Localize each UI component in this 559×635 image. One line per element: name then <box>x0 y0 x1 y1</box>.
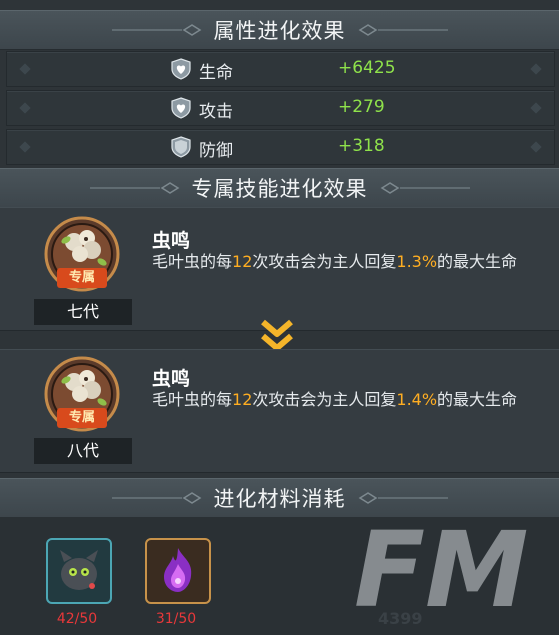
generation-label: 八代 <box>34 438 132 464</box>
exclusive-badge: 专属 <box>57 268 107 288</box>
left-ornament-icon <box>111 24 201 36</box>
stat-row-hp: 生命 +6425 <box>6 51 555 87</box>
skill-panel-next: 专属 八代 虫鸣 毛叶虫的每12次攻击会为主人回复1.4%的最大生命 <box>0 349 559 473</box>
shield-icon <box>171 136 191 158</box>
stat-value: +6425 <box>338 58 396 78</box>
material-slot-1[interactable] <box>46 538 112 604</box>
hit-count: 12 <box>232 252 253 271</box>
stat-name: 生命 <box>199 63 233 83</box>
skill-description: 毛叶虫的每12次攻击会为主人回复1.4%的最大生命 <box>152 390 518 409</box>
material-slot-2[interactable] <box>145 538 211 604</box>
skill-section-title: 专属技能进化效果 <box>191 177 368 201</box>
heal-percent: 1.3% <box>396 252 438 271</box>
fm-4399-watermark-logo: FM 4399 <box>354 518 528 630</box>
stat-value: +318 <box>338 136 385 156</box>
attr-section-title: 属性进化效果 <box>213 19 346 43</box>
stat-row-defense: 防御 +318 <box>6 129 555 165</box>
material-count: 42/50 <box>56 611 98 627</box>
purple-flame-icon <box>164 548 192 592</box>
skill-section-header: 专属技能进化效果 <box>0 168 559 208</box>
skill-name: 虫鸣 <box>152 368 191 390</box>
material-section-title: 进化材料消耗 <box>213 487 346 511</box>
stat-row-attack: 攻击 +279 <box>6 90 555 126</box>
dark-pet-icon <box>60 550 98 590</box>
heal-percent: 1.4% <box>396 390 438 409</box>
material-count: 31/50 <box>155 611 197 627</box>
skill-panel-current: 专属 七代 虫鸣 毛叶虫的每12次攻击会为主人回复1.3%的最大生命 <box>0 207 559 331</box>
right-ornament-icon <box>358 492 448 504</box>
hit-count: 12 <box>232 390 253 409</box>
material-section-header: 进化材料消耗 <box>0 478 559 518</box>
generation-label: 七代 <box>34 299 132 325</box>
stat-name: 防御 <box>199 141 233 161</box>
stat-value: +279 <box>338 97 385 117</box>
right-ornament-icon <box>358 24 448 36</box>
heart-shield-icon <box>171 97 191 119</box>
stat-name: 攻击 <box>199 102 233 122</box>
skill-name: 虫鸣 <box>152 230 191 252</box>
heart-shield-icon <box>171 58 191 80</box>
left-ornament-icon <box>111 492 201 504</box>
svg-text:4399: 4399 <box>378 609 423 628</box>
skill-description: 毛叶虫的每12次攻击会为主人回复1.3%的最大生命 <box>152 252 518 271</box>
exclusive-badge: 专属 <box>57 408 107 428</box>
attr-section-header: 属性进化效果 <box>0 10 559 50</box>
left-ornament-icon <box>89 182 179 194</box>
right-ornament-icon <box>380 182 470 194</box>
